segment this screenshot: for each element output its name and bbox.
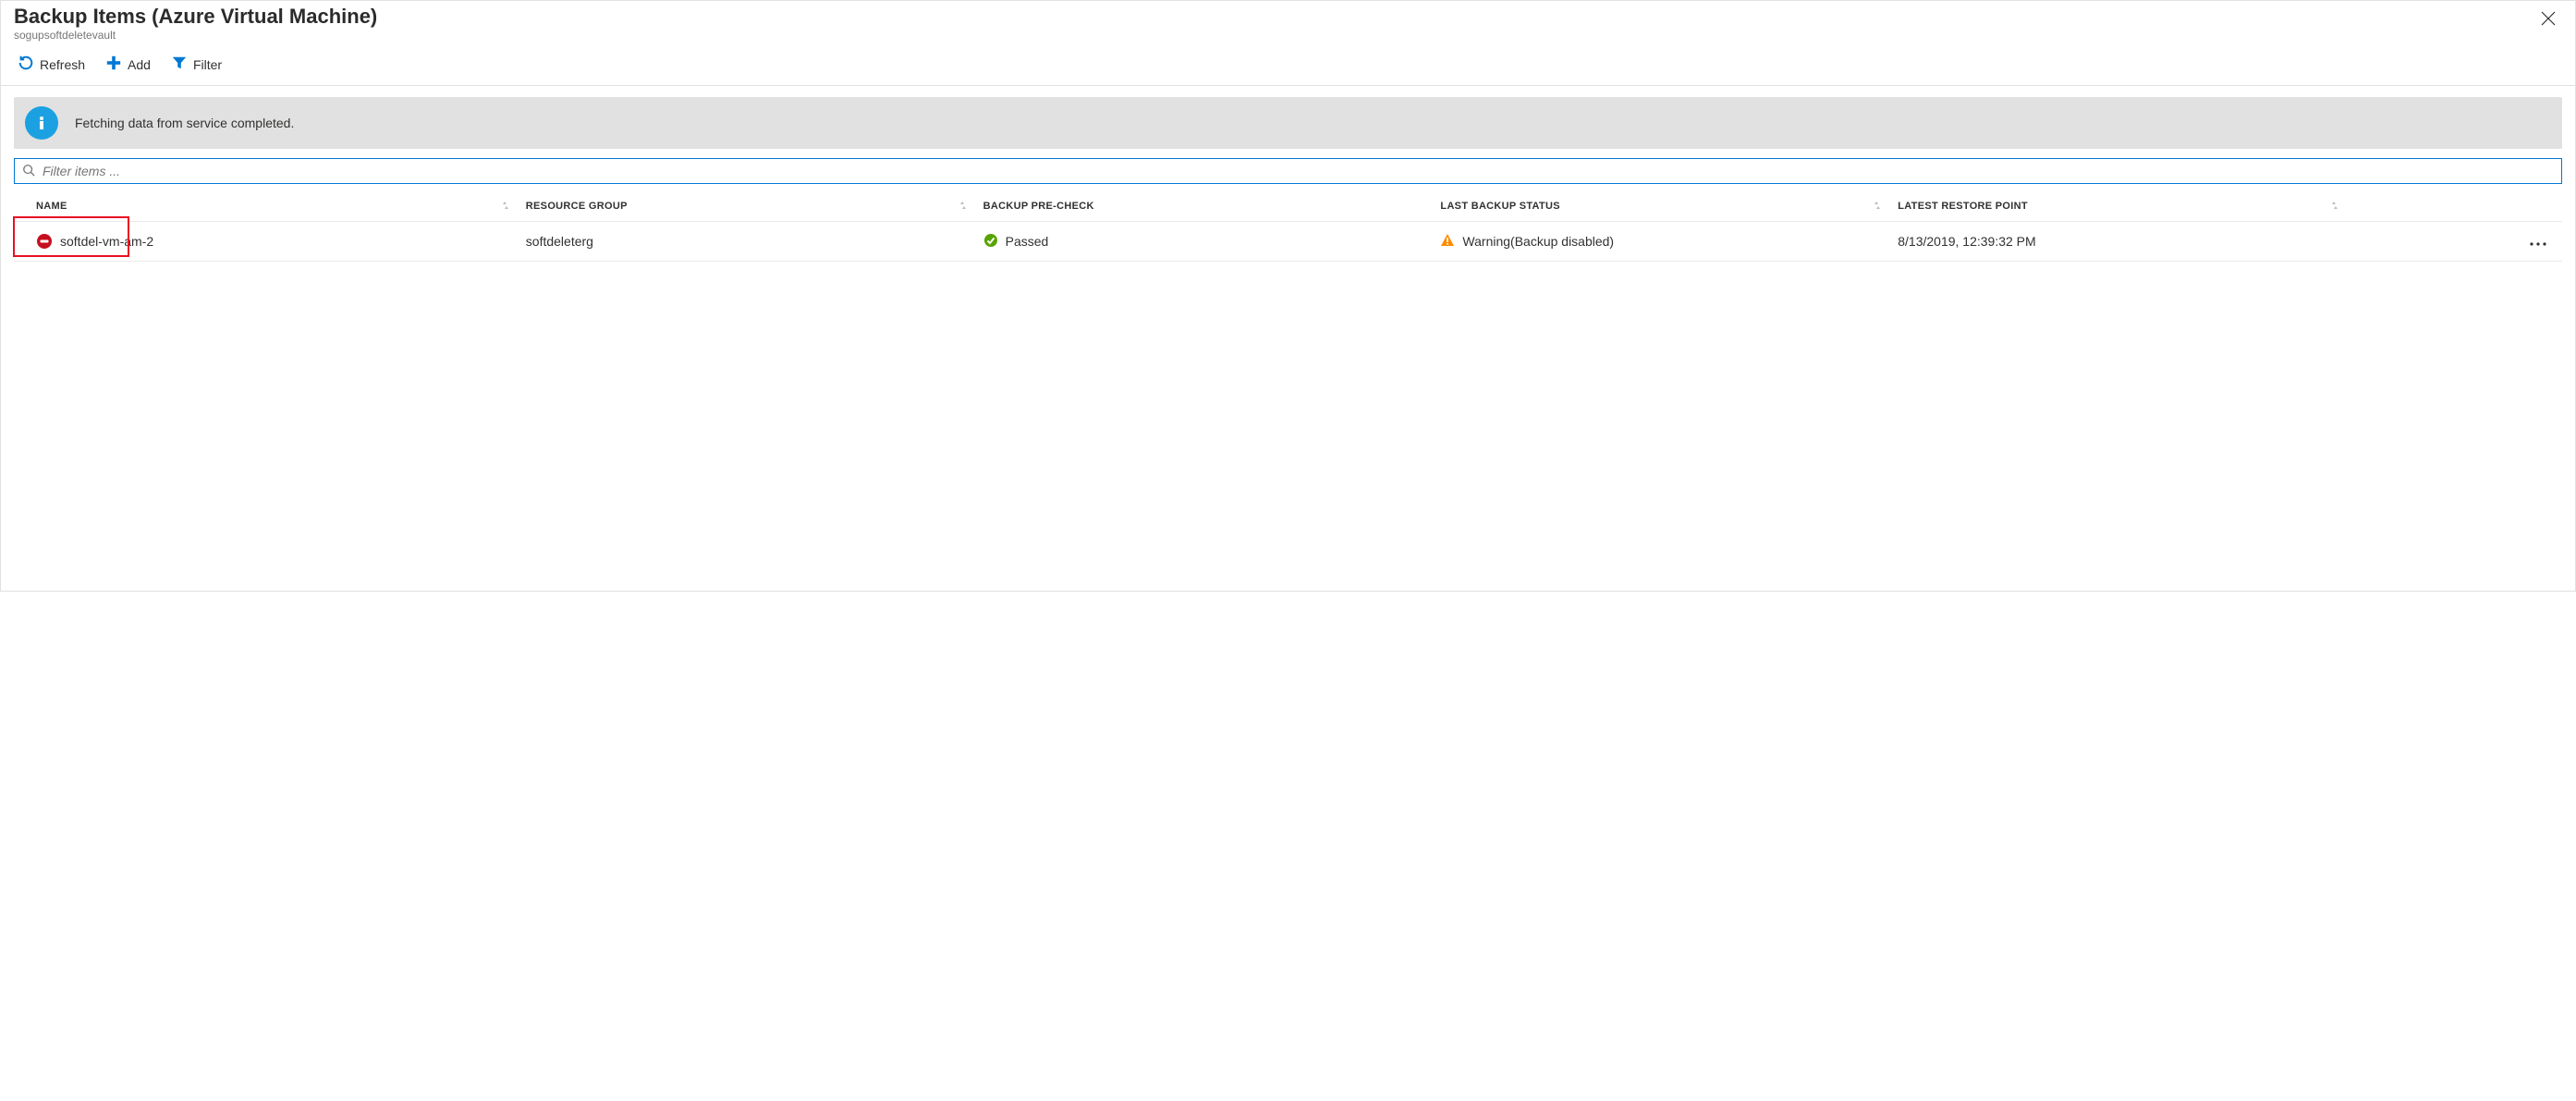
cell-precheck: Passed (1006, 234, 1049, 249)
refresh-button[interactable]: Refresh (14, 53, 89, 76)
table: Name Resource Group Backup Pre-Check Las… (14, 191, 2562, 262)
toolbar: Refresh Add Filter (1, 47, 2575, 86)
column-header-latest-restore-point[interactable]: Latest Restore Point (1898, 201, 2028, 212)
filter-button[interactable]: Filter (167, 53, 226, 76)
close-button[interactable] (2534, 5, 2562, 32)
cell-name: softdel-vm-am-2 (60, 234, 153, 249)
page-title: Backup Items (Azure Virtual Machine) (14, 5, 377, 29)
info-bar: Fetching data from service completed. (14, 97, 2562, 149)
add-label: Add (128, 57, 151, 72)
cell-resource-group: softdeleterg (526, 234, 593, 249)
filter-icon (171, 55, 188, 74)
column-header-last-backup-status[interactable]: Last Backup Status (1440, 201, 1559, 212)
refresh-icon (18, 55, 34, 74)
refresh-label: Refresh (40, 57, 85, 72)
column-header-resource-group[interactable]: Resource Group (526, 201, 628, 212)
close-icon (2540, 10, 2557, 27)
sort-icon[interactable] (958, 199, 983, 214)
cell-latest-restore-point: 8/13/2019, 12:39:32 PM (1898, 234, 2035, 249)
warning-icon (1440, 233, 1455, 251)
sort-icon[interactable] (2329, 199, 2355, 214)
sort-icon[interactable] (500, 199, 526, 214)
add-icon (105, 55, 122, 74)
filter-label: Filter (193, 57, 222, 72)
column-header-backup-precheck[interactable]: Backup Pre-Check (983, 201, 1094, 212)
stop-protection-icon (36, 233, 53, 250)
sort-icon[interactable] (1872, 199, 1898, 214)
info-message: Fetching data from service completed. (75, 116, 294, 130)
column-header-name[interactable]: Name (36, 201, 67, 212)
check-circle-icon (983, 233, 998, 251)
table-header: Name Resource Group Backup Pre-Check Las… (14, 191, 2562, 222)
cell-last-backup-status: Warning(Backup disabled) (1462, 234, 1614, 249)
search-container[interactable] (14, 158, 2562, 184)
page-subtitle: sogupsoftdeletevault (14, 29, 377, 42)
info-icon (25, 106, 58, 140)
row-context-menu-button[interactable] (2525, 229, 2551, 253)
search-icon (22, 164, 35, 179)
table-row[interactable]: softdel-vm-am-2 softdeleterg Passed (14, 222, 2562, 262)
add-button[interactable]: Add (102, 53, 154, 76)
ellipsis-icon (2529, 232, 2547, 251)
search-input[interactable] (41, 163, 2554, 179)
